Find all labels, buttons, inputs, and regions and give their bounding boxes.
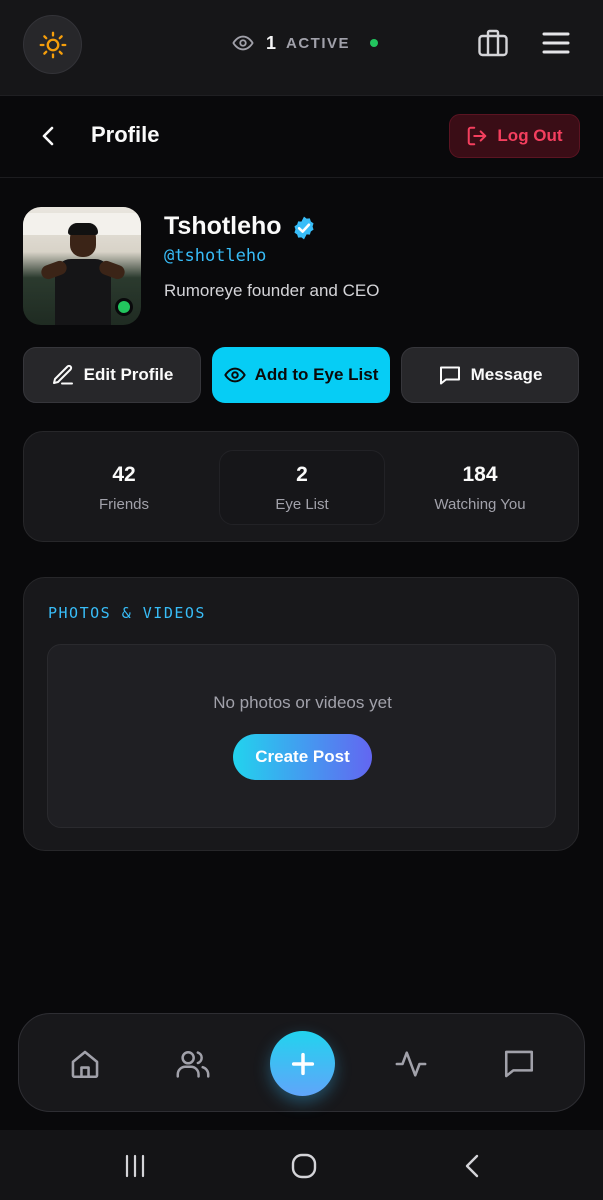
page-header: Profile Log Out	[0, 96, 603, 178]
stat-value: 2	[296, 462, 308, 486]
empty-media-state: No photos or videos yet Create Post	[47, 644, 556, 828]
active-label: ACTIVE	[286, 34, 351, 52]
photos-videos-section: PHOTOS & VIDEOS No photos or videos yet …	[23, 577, 579, 851]
active-users-indicator: 1 ACTIVE	[232, 30, 379, 56]
active-count: 1	[266, 32, 277, 53]
stat-eye-list[interactable]: 2 Eye List	[219, 450, 385, 525]
online-status-dot	[115, 298, 133, 316]
empty-state-text: No photos or videos yet	[213, 693, 392, 712]
profile-handle: @tshotleho	[164, 246, 267, 266]
avatar-photo-figure	[39, 223, 127, 325]
menu-icon	[541, 30, 571, 56]
eye-icon	[232, 32, 254, 54]
create-post-fab[interactable]	[270, 1031, 335, 1096]
home-circle-icon	[290, 1152, 318, 1180]
verified-badge-icon	[291, 215, 317, 241]
nav-home[interactable]	[65, 1044, 105, 1084]
nav-chat[interactable]	[499, 1044, 539, 1084]
back-button[interactable]	[34, 121, 64, 151]
add-to-eye-list-label: Add to Eye List	[254, 365, 379, 384]
profile-bio: Rumoreye founder and CEO	[164, 281, 380, 300]
theme-toggle-button[interactable]	[23, 15, 82, 74]
nav-friends[interactable]	[173, 1044, 213, 1084]
nav-activity[interactable]	[391, 1044, 431, 1084]
stat-value: 184	[462, 462, 498, 486]
add-to-eye-list-button[interactable]: Add to Eye List	[212, 347, 390, 403]
stat-label: Watching You	[434, 495, 526, 513]
edit-profile-button[interactable]: Edit Profile	[23, 347, 201, 403]
pencil-icon	[51, 363, 75, 387]
eye-icon	[223, 364, 246, 386]
message-button[interactable]: Message	[401, 347, 579, 403]
menu-button[interactable]	[539, 26, 573, 60]
active-status-dot	[370, 39, 379, 47]
message-icon	[438, 363, 462, 387]
logout-icon	[466, 125, 488, 147]
recent-apps-button[interactable]	[120, 1151, 150, 1181]
stat-friends[interactable]: 42 Friends	[34, 432, 214, 543]
chat-icon	[502, 1047, 536, 1081]
stat-value: 42	[112, 462, 136, 486]
briefcase-icon	[477, 28, 509, 58]
create-post-button[interactable]: Create Post	[233, 734, 372, 780]
page-title: Profile	[91, 122, 160, 147]
system-navigation-bar	[0, 1130, 603, 1200]
top-status-bar: 1 ACTIVE	[0, 0, 603, 96]
edit-profile-label: Edit Profile	[83, 365, 174, 384]
activity-icon	[394, 1047, 428, 1081]
home-system-button[interactable]	[289, 1151, 319, 1181]
recent-apps-icon	[122, 1153, 148, 1179]
profile-stats-card: 42 Friends 2 Eye List 184 Watching You	[23, 431, 579, 542]
section-title: PHOTOS & VIDEOS	[48, 604, 206, 622]
stat-label: Friends	[98, 495, 150, 513]
display-name: Tshotleho	[164, 212, 282, 240]
logout-button[interactable]: Log Out	[449, 114, 580, 158]
system-back-button[interactable]	[458, 1151, 488, 1181]
logout-label: Log Out	[497, 126, 563, 145]
briefcase-button[interactable]	[476, 26, 510, 60]
home-icon	[68, 1047, 102, 1081]
message-label: Message	[470, 365, 543, 384]
sun-icon	[39, 31, 67, 59]
users-icon	[175, 1047, 211, 1081]
stat-watching-you[interactable]: 184 Watching You	[390, 432, 570, 543]
back-arrow-icon	[461, 1153, 485, 1179]
stat-label: Eye List	[275, 495, 329, 513]
plus-icon	[289, 1050, 317, 1078]
bottom-navigation	[18, 1013, 585, 1112]
chevron-left-icon	[40, 125, 58, 147]
